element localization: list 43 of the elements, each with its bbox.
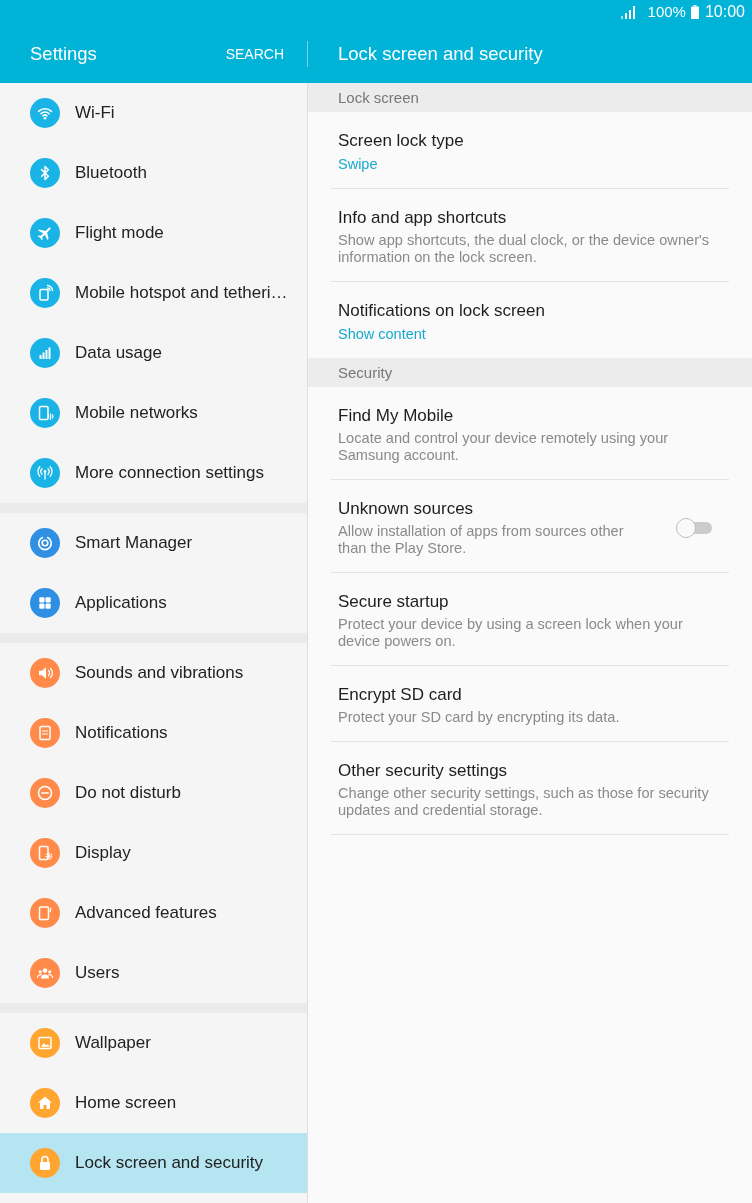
setting-value: Swipe [338,155,379,173]
sidebar-item[interactable]: Mobile networks [0,383,307,443]
sidebar-item[interactable]: Lock screen and security [0,1133,307,1193]
toggle-switch[interactable] [676,516,712,539]
section-header: Lock screen [308,83,752,112]
sidebar-item[interactable]: Do not disturb [0,763,307,823]
sidebar-item[interactable]: Bluetooth [0,143,307,203]
screen-title: Settings [30,42,97,65]
setting-title[interactable]: Notifications on lock screen [338,300,545,322]
setting-title[interactable]: Unknown sources [338,498,638,520]
sidebar-item[interactable]: Wallpaper [0,1013,307,1073]
sidebar-item[interactable]: Sounds and vibrations [0,643,307,703]
sidebar-item[interactable]: More connection settings [0,443,307,503]
clock-time: 10:00 [704,3,745,21]
sidebar-item[interactable]: Flight mode [0,203,307,263]
sidebar-item[interactable]: Mobile hotspot and tetheri… [0,263,307,323]
sidebar-item[interactable]: Users [0,943,307,1003]
setting-description: Allow installation of apps from sources other than the Play Store. [338,523,625,557]
setting-description: Protect your SD card by encrypting its data. [338,709,620,726]
sidebar-item[interactable]: Notifications [0,703,307,763]
sidebar-item[interactable]: Applications [0,573,307,633]
section-header: Security [308,358,752,387]
sidebar-item[interactable]: Display [0,823,307,883]
sidebar-item[interactable]: Data usage [0,323,307,383]
signal-icon [620,5,635,19]
setting-title[interactable]: Encrypt SD card [338,684,620,706]
battery-icon [690,5,699,19]
setting-title[interactable]: Find My Mobile [338,405,710,427]
sidebar-item[interactable]: Wi-Fi [0,83,307,143]
page-title: Lock screen and security [338,42,543,65]
setting-description: Change other security settings, such as those for security updates and credential storage. [338,785,710,819]
setting-title[interactable]: Screen lock type [338,130,464,152]
sidebar-item[interactable]: Home screen [0,1073,307,1133]
setting-title[interactable]: Secure startup [338,591,710,613]
setting-title[interactable]: Other security settings [338,760,710,782]
setting-description: Show app shortcuts, the dual clock, or the device owner's information on the lock screen. [338,232,710,266]
sidebar-item[interactable]: Smart Manager [0,513,307,573]
setting-description: Locate and control your device remotely using your Samsung account. [338,430,670,464]
battery-percent: 100% [647,3,686,21]
setting-value: Show content [338,325,427,343]
setting-title[interactable]: Info and app shortcuts [338,207,710,229]
sidebar-item[interactable]: Advanced features [0,883,307,943]
setting-description: Protect your device by using a screen lock when your device powers on. [338,616,684,650]
